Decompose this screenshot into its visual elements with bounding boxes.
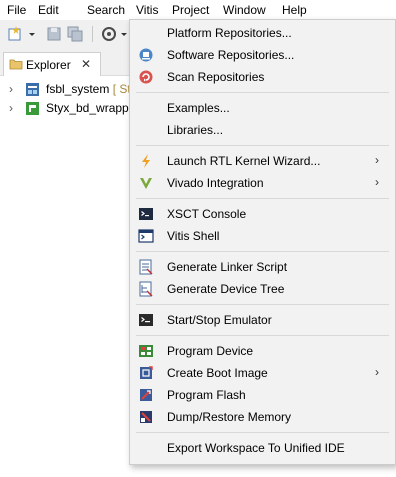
new-dropdown-icon[interactable] (27, 25, 37, 43)
menu-item-vivado-integration[interactable]: Vivado Integration › (130, 172, 395, 194)
menu-item-label: Examples... (167, 101, 230, 115)
vivado-icon (140, 178, 152, 189)
save-icon[interactable] (45, 25, 63, 43)
explorer-tab-label: Explorer (26, 58, 71, 72)
toolbar-separator (92, 26, 93, 42)
tree-row-label: fsbl_system [ Sty (46, 82, 137, 96)
menu-item-label: Generate Linker Script (167, 260, 288, 274)
menu-item-libraries[interactable]: Libraries... (130, 119, 395, 141)
menu-item-program-device[interactable]: Program Device (130, 340, 395, 362)
menu-item-label: Create Boot Image (167, 366, 268, 380)
menu-item-platform-repositories[interactable]: Platform Repositories... (130, 22, 395, 44)
app-window: File Edit Search Vitis Project Window He… (0, 0, 396, 477)
tree-row-label: Styx_bd_wrappe (46, 101, 136, 115)
expand-arrow-icon[interactable]: › (9, 82, 13, 96)
platform-project-icon (26, 102, 39, 115)
program-device-icon (139, 345, 153, 357)
menu-bar: File Edit Search Vitis Project Window He… (0, 0, 396, 20)
vitis-menu: Platform Repositories... Software Reposi… (129, 19, 396, 465)
linker-script-icon (139, 259, 153, 275)
device-tree-icon (139, 281, 153, 297)
menu-separator (136, 145, 389, 146)
project-name: fsbl_system (46, 82, 110, 96)
menu-item-dump-restore-memory[interactable]: Dump/Restore Memory (130, 406, 395, 428)
menu-item-examples[interactable]: Examples... (130, 97, 395, 119)
menu-separator (136, 251, 389, 252)
menu-file[interactable]: File (7, 3, 26, 17)
menu-item-software-repositories[interactable]: Software Repositories... (130, 44, 395, 66)
menu-separator (136, 92, 389, 93)
menu-item-xsct-console[interactable]: XSCT Console (130, 203, 395, 225)
boot-image-icon (140, 366, 153, 379)
menu-separator (136, 304, 389, 305)
menu-edit[interactable]: Edit (38, 3, 59, 17)
menu-separator (136, 432, 389, 433)
menu-item-program-flash[interactable]: Program Flash (130, 384, 395, 406)
memory-icon (140, 411, 152, 423)
menu-separator (136, 198, 389, 199)
menu-search[interactable]: Search (87, 3, 125, 17)
menu-item-label: Program Device (167, 344, 254, 358)
menu-item-label: Software Repositories... (167, 48, 295, 62)
menu-item-scan-repositories[interactable]: Scan Repositories (130, 66, 395, 88)
console-icon (139, 208, 153, 220)
menu-separator (136, 335, 389, 336)
program-flash-icon (140, 389, 152, 401)
menu-item-label: Dump/Restore Memory (167, 410, 292, 424)
emulator-icon (139, 314, 153, 326)
menu-item-generate-linker-script[interactable]: Generate Linker Script (130, 256, 395, 278)
close-icon[interactable]: ✕ (81, 57, 91, 71)
menu-item-label: Libraries... (167, 123, 224, 137)
menu-item-label: XSCT Console (167, 207, 247, 221)
software-repo-icon (139, 48, 153, 62)
menu-item-export-workspace[interactable]: Export Workspace To Unified IDE (130, 437, 395, 459)
menu-project[interactable]: Project (172, 3, 209, 17)
menu-item-vitis-shell[interactable]: Vitis Shell (130, 225, 395, 247)
menu-help[interactable]: Help (282, 3, 307, 17)
save-all-icon[interactable] (66, 25, 84, 43)
menu-item-label: Vivado Integration (167, 176, 264, 190)
menu-item-label: Vitis Shell (167, 229, 220, 243)
menu-window[interactable]: Window (223, 3, 266, 17)
submenu-arrow-icon: › (375, 365, 379, 379)
menu-item-label: Start/Stop Emulator (167, 313, 272, 327)
menu-item-label: Launch RTL Kernel Wizard... (167, 154, 321, 168)
new-file-icon[interactable] (6, 25, 24, 43)
scan-repo-icon (139, 70, 153, 84)
menu-item-label: Scan Repositories (167, 70, 265, 84)
explorer-tab[interactable]: Explorer ✕ (3, 52, 101, 76)
menu-item-generate-device-tree[interactable]: Generate Device Tree (130, 278, 395, 300)
build-gear-icon[interactable] (100, 25, 118, 43)
explorer-folder-icon (9, 59, 23, 70)
menu-vitis[interactable]: Vitis (136, 3, 158, 17)
menu-item-create-boot-image[interactable]: Create Boot Image › (130, 362, 395, 384)
shell-icon (138, 229, 154, 243)
lightning-icon (142, 154, 150, 168)
menu-item-label: Program Flash (167, 388, 246, 402)
menu-item-launch-rtl-kernel-wizard[interactable]: Launch RTL Kernel Wizard... › (130, 150, 395, 172)
menu-item-label: Platform Repositories... (167, 26, 292, 40)
system-project-icon (26, 83, 39, 96)
submenu-arrow-icon: › (375, 175, 379, 189)
build-dropdown-icon[interactable] (120, 25, 128, 43)
platform-repo-icon (138, 25, 154, 41)
menu-item-label: Export Workspace To Unified IDE (167, 441, 345, 455)
menu-item-label: Generate Device Tree (167, 282, 285, 296)
submenu-arrow-icon: › (375, 153, 379, 167)
expand-arrow-icon[interactable]: › (9, 101, 13, 115)
menu-item-start-stop-emulator[interactable]: Start/Stop Emulator (130, 309, 395, 331)
